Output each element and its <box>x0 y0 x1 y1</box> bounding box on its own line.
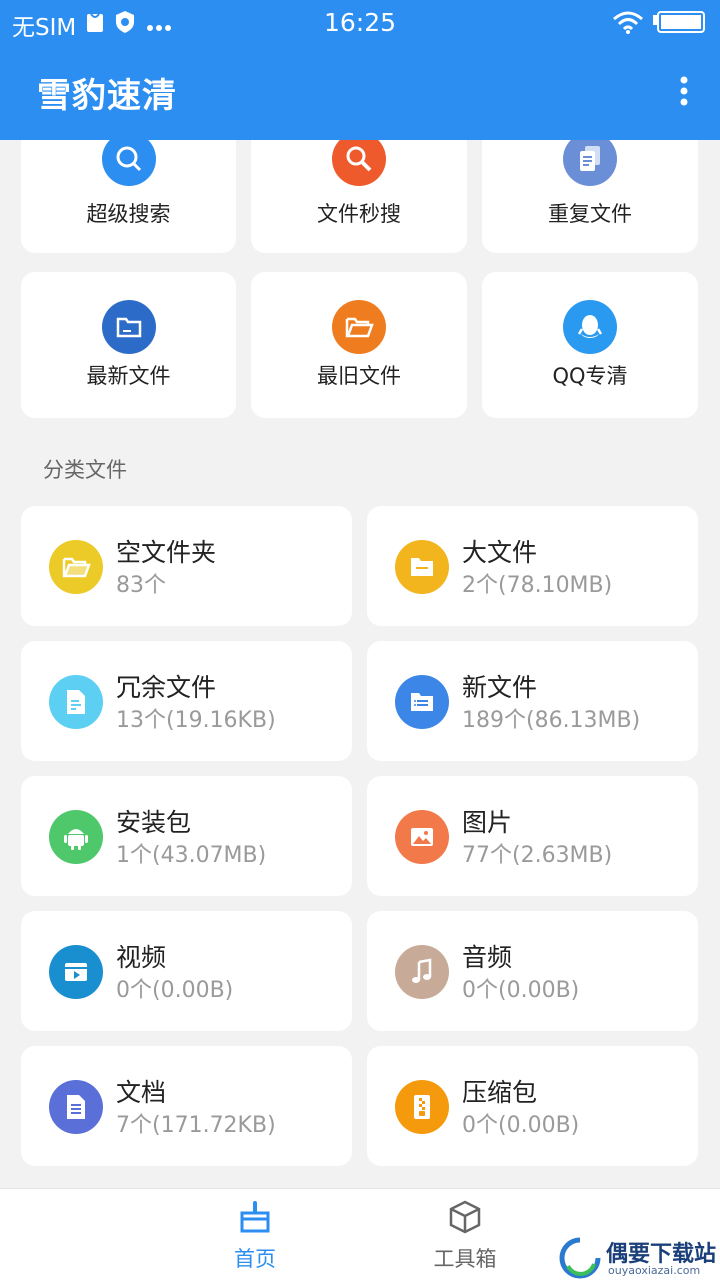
category-info: 7个(171.72KB) <box>116 1113 276 1138</box>
category-name: 大文件 <box>462 538 538 567</box>
cube-icon <box>405 1199 525 1239</box>
nav-home-label: 首页 <box>234 1247 276 1271</box>
copy-document-icon <box>563 140 617 186</box>
category-apk[interactable]: 安装包 1个(43.07MB) <box>21 776 352 896</box>
nav-tools[interactable]: 工具箱 <box>405 1199 525 1273</box>
category-info: 0个(0.00B) <box>116 978 234 1003</box>
category-info: 83个 <box>116 573 166 598</box>
document-lines-icon <box>49 1080 103 1134</box>
folder-open-icon <box>49 540 103 594</box>
category-redundant-files[interactable]: 冗余文件 13个(19.16KB) <box>21 641 352 761</box>
tool-label: 文件秒搜 <box>317 202 401 226</box>
main-content[interactable]: 超级搜索 文件秒搜 重复文件 最新文件 最旧文件 QQ专清 分类文件 空文件夹 … <box>0 140 720 1188</box>
category-documents[interactable]: 文档 7个(171.72KB) <box>21 1046 352 1166</box>
app-bar: 雪豹速清 <box>0 46 720 140</box>
status-bar: 无SIM 16:25 <box>0 0 720 46</box>
tool-label: 重复文件 <box>548 202 632 226</box>
category-archives[interactable]: 压缩包 0个(0.00B) <box>367 1046 698 1166</box>
tool-duplicate-files[interactable]: 重复文件 <box>482 140 698 253</box>
category-large-files[interactable]: 大文件 2个(78.10MB) <box>367 506 698 626</box>
category-name: 音频 <box>462 943 513 972</box>
category-info: 1个(43.07MB) <box>116 843 267 868</box>
category-name: 空文件夹 <box>116 538 217 567</box>
category-info: 0个(0.00B) <box>462 978 580 1003</box>
magnifier-icon <box>101 140 156 186</box>
folder-open-icon <box>332 300 386 354</box>
document-icon <box>49 675 103 729</box>
broom-icon <box>195 1199 315 1239</box>
category-name: 文档 <box>116 1078 167 1107</box>
category-info: 2个(78.10MB) <box>462 573 613 598</box>
tool-file-search[interactable]: 文件秒搜 <box>251 140 467 253</box>
tool-label: 最新文件 <box>86 364 171 388</box>
tool-qq-clean[interactable]: QQ专清 <box>482 272 698 418</box>
folder-new-icon <box>101 300 156 354</box>
nav-home[interactable]: 首页 <box>195 1199 315 1273</box>
app-title: 雪豹速清 <box>37 76 177 116</box>
folder-list-icon <box>395 675 449 729</box>
overflow-menu-icon[interactable] <box>678 76 690 106</box>
tool-super-search[interactable]: 超级搜索 <box>21 140 236 253</box>
category-name: 压缩包 <box>462 1078 538 1107</box>
category-empty-folders[interactable]: 空文件夹 83个 <box>21 506 352 626</box>
category-audio[interactable]: 音频 0个(0.00B) <box>367 911 698 1031</box>
watermark-logo-icon <box>559 1237 601 1279</box>
category-name: 新文件 <box>462 673 538 702</box>
category-name: 冗余文件 <box>116 673 217 702</box>
tool-label: QQ专清 <box>552 364 628 388</box>
image-icon <box>395 810 449 864</box>
status-right <box>612 10 706 38</box>
battery-icon <box>652 10 706 38</box>
category-info: 0个(0.00B) <box>462 1113 580 1138</box>
music-note-icon <box>395 945 449 999</box>
section-title: 分类文件 <box>43 458 127 482</box>
wifi-icon <box>612 10 644 38</box>
category-new-files[interactable]: 新文件 189个(86.13MB) <box>367 641 698 761</box>
qq-penguin-icon <box>563 300 617 354</box>
site-watermark: 偶要下载站 ouyaoxiazai.com <box>558 1236 718 1280</box>
tool-oldest-files[interactable]: 最旧文件 <box>251 272 467 418</box>
tool-label: 超级搜索 <box>86 202 171 226</box>
watermark-url: ouyaoxiazai.com <box>608 1264 701 1277</box>
category-images[interactable]: 图片 77个(2.63MB) <box>367 776 698 896</box>
category-info: 189个(86.13MB) <box>462 708 641 733</box>
folder-icon <box>395 540 449 594</box>
search-icon <box>332 140 386 186</box>
tool-newest-files[interactable]: 最新文件 <box>21 272 236 418</box>
category-name: 视频 <box>116 943 167 972</box>
category-info: 77个(2.63MB) <box>462 843 613 868</box>
category-name: 安装包 <box>116 808 192 837</box>
zip-icon <box>395 1080 449 1134</box>
category-name: 图片 <box>462 808 513 837</box>
video-icon <box>49 945 103 999</box>
category-info: 13个(19.16KB) <box>116 708 276 733</box>
nav-tools-label: 工具箱 <box>433 1247 497 1271</box>
category-videos[interactable]: 视频 0个(0.00B) <box>21 911 352 1031</box>
tool-label: 最旧文件 <box>317 364 401 388</box>
android-icon <box>49 810 103 864</box>
